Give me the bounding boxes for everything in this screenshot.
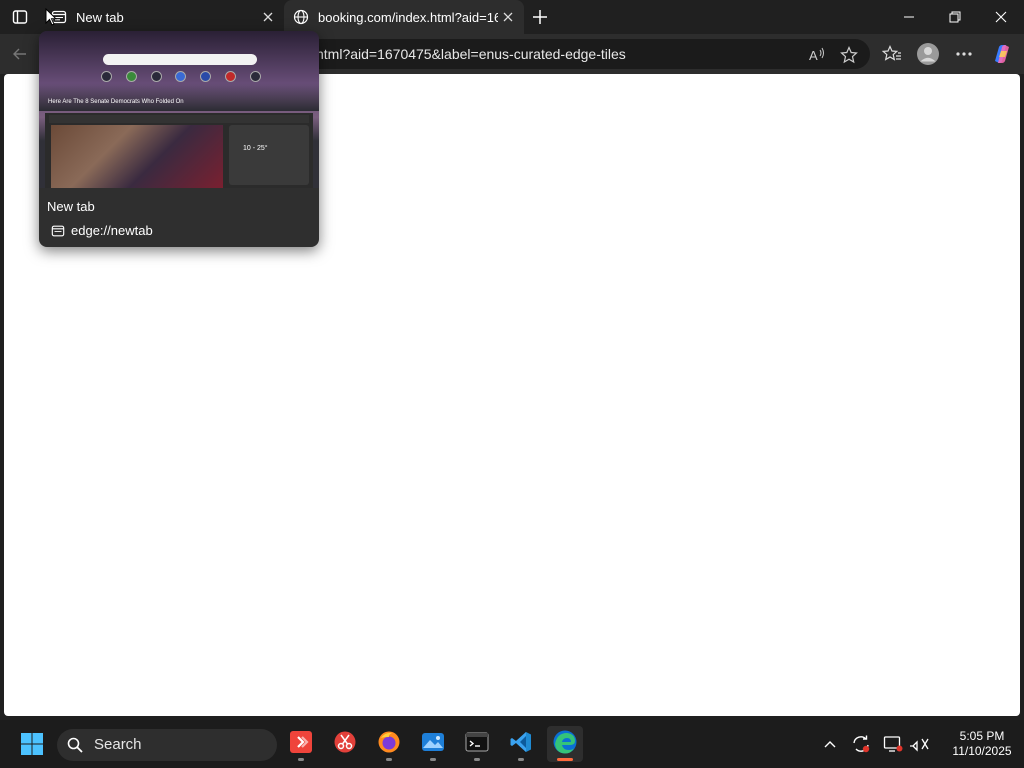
search-icon [67, 737, 83, 753]
running-indicator [386, 758, 392, 761]
taskbar-app-edge[interactable] [547, 726, 583, 762]
thumbnail-news-caption: Here Are The 8 Senate Democrats Who Fold… [48, 99, 184, 105]
copilot-icon[interactable] [990, 42, 1014, 66]
tab-title: booking.com/index.html?aid=1670475&label… [318, 9, 498, 25]
running-indicator [518, 758, 524, 761]
terminal-icon [465, 730, 489, 759]
running-indicator [557, 758, 573, 761]
minimize-button[interactable] [886, 0, 932, 34]
close-tab-icon[interactable] [260, 9, 276, 25]
anydesk-icon [289, 730, 313, 759]
preview-title: New tab [47, 199, 95, 214]
taskbar-app-snipping-tool[interactable] [327, 726, 363, 762]
new-tab-button[interactable] [528, 5, 552, 29]
thumbnail-weather-widget: 10 - 25° [229, 125, 309, 185]
taskbar-app-anydesk[interactable] [283, 726, 319, 762]
preview-url: edge://newtab [71, 223, 153, 238]
sync-icon[interactable] [849, 732, 873, 756]
thumbnail-news-feed: 10 - 25° [45, 113, 313, 188]
profile-avatar[interactable] [916, 42, 940, 66]
url-text[interactable]: html?aid=1670475&label=enus-curated-edge… [316, 46, 626, 62]
running-indicator [430, 758, 436, 761]
restore-button[interactable] [932, 0, 978, 34]
close-window-button[interactable] [978, 0, 1024, 34]
taskbar: Search 5:05 PM 11/10/2025 [0, 720, 1024, 768]
more-options-icon[interactable] [952, 42, 976, 66]
clock-time: 5:05 PM [959, 729, 1005, 743]
thumbnail-search-bar [103, 54, 257, 65]
address-bar[interactable]: html?aid=1670475&label=enus-curated-edge… [250, 39, 870, 69]
clock-date: 11/10/2025 [952, 744, 1012, 758]
edge-icon [552, 729, 578, 760]
taskbar-app-vscode[interactable] [503, 726, 539, 762]
newtab-page-icon [51, 224, 65, 238]
search-label: Search [94, 736, 142, 753]
favorites-icon[interactable] [880, 42, 904, 66]
tab-title: New tab [76, 9, 124, 25]
favorite-star-icon[interactable] [838, 44, 860, 66]
tab-new-tab[interactable]: New tab [44, 0, 284, 34]
firefox-icon [377, 730, 401, 759]
thumbnail-news-image [51, 125, 223, 188]
read-aloud-icon[interactable]: A [806, 44, 828, 66]
mouse-cursor-icon [45, 7, 58, 26]
svg-text:A: A [809, 48, 818, 63]
vscode-icon [509, 730, 533, 759]
tab-strip: New tab booking.com/index.html?aid=16704… [0, 0, 1024, 34]
running-indicator [474, 758, 480, 761]
snipping-tool-icon [333, 730, 357, 759]
thumbnail-weather-temp: 10 - 25° [243, 145, 268, 152]
thumbnail-feed-nav [49, 115, 309, 123]
workspaces-icon[interactable] [8, 5, 32, 29]
thumbnail-landscape [39, 83, 319, 111]
photos-icon [421, 730, 445, 759]
close-tab-icon[interactable] [500, 9, 516, 25]
newtab-thumbnail: 10 - 25° Here Are The 8 Senate Democrats… [39, 31, 319, 188]
network-volume-icon[interactable] [908, 732, 932, 756]
taskbar-search[interactable]: Search [57, 729, 277, 761]
display-icon[interactable] [881, 732, 905, 756]
taskbar-app-terminal[interactable] [459, 726, 495, 762]
back-button[interactable] [8, 42, 32, 66]
system-clock[interactable]: 5:05 PM 11/10/2025 [944, 729, 1020, 759]
tab-hover-preview: 10 - 25° Here Are The 8 Senate Democrats… [39, 31, 319, 247]
globe-icon [292, 8, 310, 26]
taskbar-app-photos[interactable] [415, 726, 451, 762]
thumbnail-quick-links [101, 71, 261, 83]
tab-booking[interactable]: booking.com/index.html?aid=1670475&label… [284, 0, 524, 34]
show-hidden-icons-chevron-icon[interactable] [818, 732, 842, 756]
taskbar-app-firefox[interactable] [371, 726, 407, 762]
preview-url-row: edge://newtab [51, 223, 153, 238]
running-indicator [298, 758, 304, 761]
windows-start-icon[interactable] [20, 732, 44, 756]
